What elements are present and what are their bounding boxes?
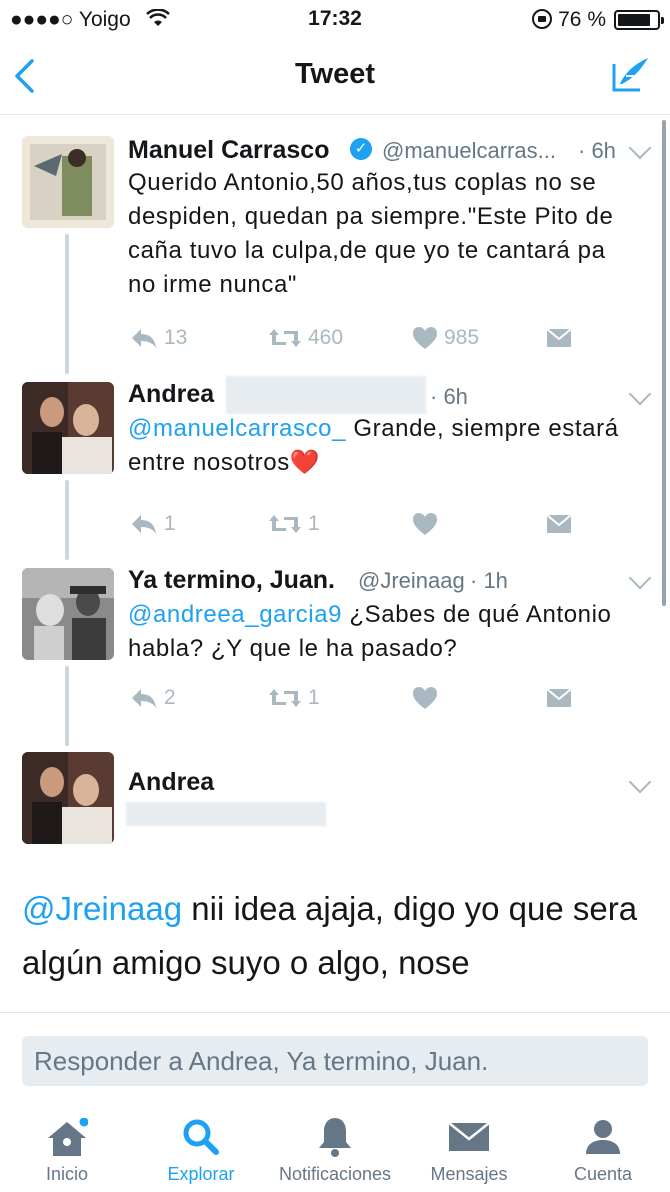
tab-notificaciones[interactable]: Notificaciones bbox=[268, 1106, 402, 1192]
retweet-icon bbox=[269, 515, 301, 533]
avatar[interactable] bbox=[22, 568, 114, 660]
tweet-text: @manuelcarrasco_ Grande, siempre estará … bbox=[128, 412, 628, 480]
heart-icon bbox=[413, 327, 437, 349]
mention-link[interactable]: @andreea_garcia9 bbox=[128, 601, 342, 628]
battery-percent: 76 % bbox=[558, 8, 606, 31]
like-count: 985 bbox=[444, 326, 480, 349]
scrollbar[interactable] bbox=[662, 120, 666, 606]
reply-button[interactable]: 13 bbox=[130, 326, 187, 350]
chevron-down-icon[interactable] bbox=[628, 566, 652, 590]
thread-line bbox=[65, 666, 69, 746]
page-title: Tweet bbox=[294, 58, 376, 90]
tweet-text: @andreea_garcia9 ¿Sabes de qué Antonio h… bbox=[128, 598, 628, 666]
tweet-author-handle[interactable]: @manuelcarras... bbox=[382, 138, 556, 164]
retweet-icon bbox=[269, 329, 301, 347]
direct-message-icon[interactable] bbox=[546, 514, 572, 534]
tweet-author-name[interactable]: Andrea bbox=[128, 768, 214, 797]
tweet-time: · 6h bbox=[578, 138, 616, 163]
status-bar: ●●●●○ Yoigo 17:32 76 % bbox=[0, 0, 670, 38]
avatar[interactable] bbox=[22, 382, 114, 474]
reply-input[interactable] bbox=[22, 1036, 646, 1086]
reply-icon bbox=[132, 329, 156, 348]
like-button[interactable]: 985 bbox=[412, 326, 479, 350]
reply-button[interactable]: 2 bbox=[130, 686, 176, 710]
like-button[interactable] bbox=[412, 686, 438, 710]
tab-bar: Inicio Explorar Notificaciones Mensajes … bbox=[0, 1106, 670, 1192]
retweet-button[interactable]: 1 bbox=[268, 686, 320, 710]
reply-count: 2 bbox=[164, 686, 176, 709]
tweet-author-handle[interactable]: @Jreinaag bbox=[358, 568, 465, 594]
tab-label: Notificaciones bbox=[278, 1164, 392, 1184]
chevron-down-icon[interactable] bbox=[628, 382, 652, 406]
tab-label: Cuenta bbox=[573, 1164, 633, 1184]
verified-badge-icon: ✓ bbox=[350, 138, 372, 160]
direct-message-icon[interactable] bbox=[546, 328, 572, 348]
redacted-handle bbox=[126, 802, 326, 826]
tweet-time: · 6h bbox=[430, 384, 468, 409]
tab-explorar[interactable]: Explorar bbox=[134, 1106, 268, 1192]
retweet-button[interactable]: 460 bbox=[268, 326, 343, 350]
direct-message-icon[interactable] bbox=[546, 688, 572, 708]
reply-count: 1 bbox=[164, 512, 176, 535]
person-icon bbox=[586, 1120, 620, 1154]
tab-mensajes[interactable]: Mensajes bbox=[402, 1106, 536, 1192]
tweet-author-name[interactable]: Manuel Carrasco bbox=[128, 136, 329, 165]
bell-icon bbox=[319, 1118, 351, 1157]
avatar[interactable] bbox=[22, 752, 114, 844]
reply-icon bbox=[132, 515, 156, 534]
retweet-count: 460 bbox=[308, 326, 344, 349]
thread-line bbox=[65, 480, 69, 560]
envelope-icon bbox=[448, 1122, 490, 1151]
tweet-text: Querido Antonio,50 años,tus coplas no se… bbox=[128, 169, 614, 298]
divider bbox=[0, 1012, 670, 1013]
reply-button[interactable]: 1 bbox=[130, 512, 176, 536]
retweet-icon bbox=[269, 689, 301, 707]
avatar[interactable] bbox=[22, 136, 114, 228]
tab-label: Inicio bbox=[45, 1164, 89, 1184]
tab-label: Explorar bbox=[167, 1164, 235, 1184]
retweet-count: 1 bbox=[308, 686, 320, 709]
reply-icon bbox=[132, 689, 156, 708]
tab-cuenta[interactable]: Cuenta bbox=[536, 1106, 670, 1192]
thread-line bbox=[65, 234, 69, 374]
redacted-handle bbox=[226, 376, 426, 414]
home-icon bbox=[48, 1118, 88, 1156]
like-button[interactable] bbox=[412, 512, 438, 536]
retweet-count: 1 bbox=[308, 512, 320, 535]
heart-icon bbox=[413, 687, 437, 709]
mention-link[interactable]: @Jreinaag bbox=[22, 890, 182, 927]
reply-count: 13 bbox=[164, 326, 188, 349]
reply-box[interactable] bbox=[22, 1036, 648, 1086]
heart-icon bbox=[413, 513, 437, 535]
nav-bar: Tweet bbox=[0, 38, 670, 115]
mention-link[interactable]: @manuelcarrasco_ bbox=[128, 415, 346, 442]
rotation-lock-icon bbox=[532, 9, 552, 29]
chevron-down-icon[interactable] bbox=[628, 136, 652, 160]
tweet-time: · 1h bbox=[470, 568, 508, 593]
tweet-author-name[interactable]: Andrea bbox=[128, 380, 214, 409]
chevron-down-icon[interactable] bbox=[628, 770, 652, 794]
tweet-author-name[interactable]: Ya termino, Juan. bbox=[128, 566, 335, 595]
tab-label: Mensajes bbox=[430, 1164, 508, 1184]
retweet-button[interactable]: 1 bbox=[268, 512, 320, 536]
tab-inicio[interactable]: Inicio bbox=[0, 1106, 134, 1192]
main-tweet-text: @Jreinaag nii idea ajaja, digo yo que se… bbox=[22, 882, 642, 990]
battery-icon bbox=[614, 10, 664, 30]
compose-tweet-icon[interactable] bbox=[610, 54, 652, 96]
search-icon bbox=[183, 1119, 219, 1155]
